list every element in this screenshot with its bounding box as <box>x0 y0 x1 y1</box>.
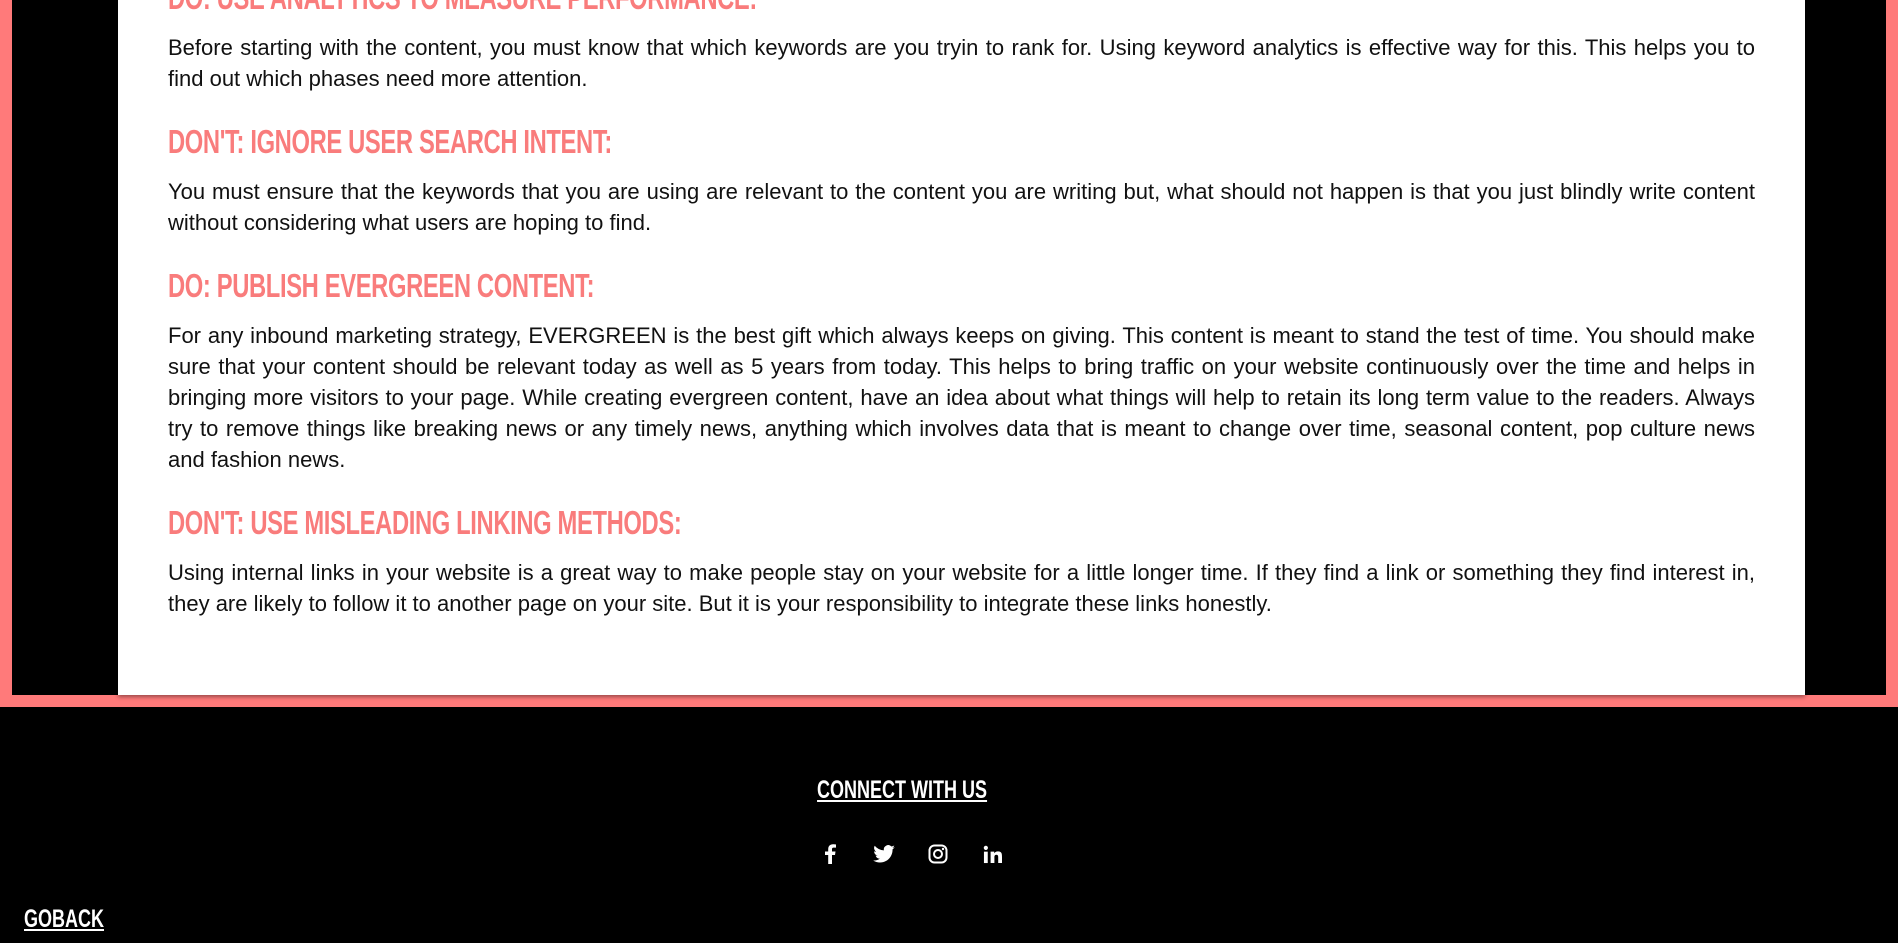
section-body: You must ensure that the keywords that y… <box>168 179 1755 235</box>
facebook-icon[interactable] <box>818 842 842 866</box>
connect-heading: CONNECT WITH US <box>0 776 1804 805</box>
page-background: DO: USE ANALYTICS TO MEASURE PERFORMANCE… <box>12 0 1886 695</box>
section-heading: DON'T: USE MISLEADING LINKING METHODS: <box>168 504 682 541</box>
goback-link[interactable]: GOBACK <box>24 905 104 934</box>
page-frame: DO: USE ANALYTICS TO MEASURE PERFORMANCE… <box>0 0 1898 707</box>
section-body: Using internal links in your website is … <box>168 560 1755 616</box>
section-heading: DON'T: IGNORE USER SEARCH INTENT: <box>168 123 612 160</box>
social-links <box>818 842 1004 866</box>
connect-label: CONNECT WITH US <box>816 776 987 804</box>
section-heading: DO: USE ANALYTICS TO MEASURE PERFORMANCE… <box>168 0 1311 18</box>
section-heading: DO: PUBLISH EVERGREEN CONTENT: <box>168 267 595 304</box>
linkedin-icon[interactable] <box>980 842 1004 866</box>
twitter-icon[interactable] <box>872 842 896 866</box>
section-body: Before starting with the content, you mu… <box>168 35 1755 91</box>
footer: CONNECT WITH US GOBACK <box>0 707 1898 943</box>
section-body: For any inbound marketing strategy, EVER… <box>168 323 1755 472</box>
article-content: DO: USE ANALYTICS TO MEASURE PERFORMANCE… <box>168 0 1755 647</box>
instagram-icon[interactable] <box>926 842 950 866</box>
article-card: DO: USE ANALYTICS TO MEASURE PERFORMANCE… <box>118 0 1805 695</box>
